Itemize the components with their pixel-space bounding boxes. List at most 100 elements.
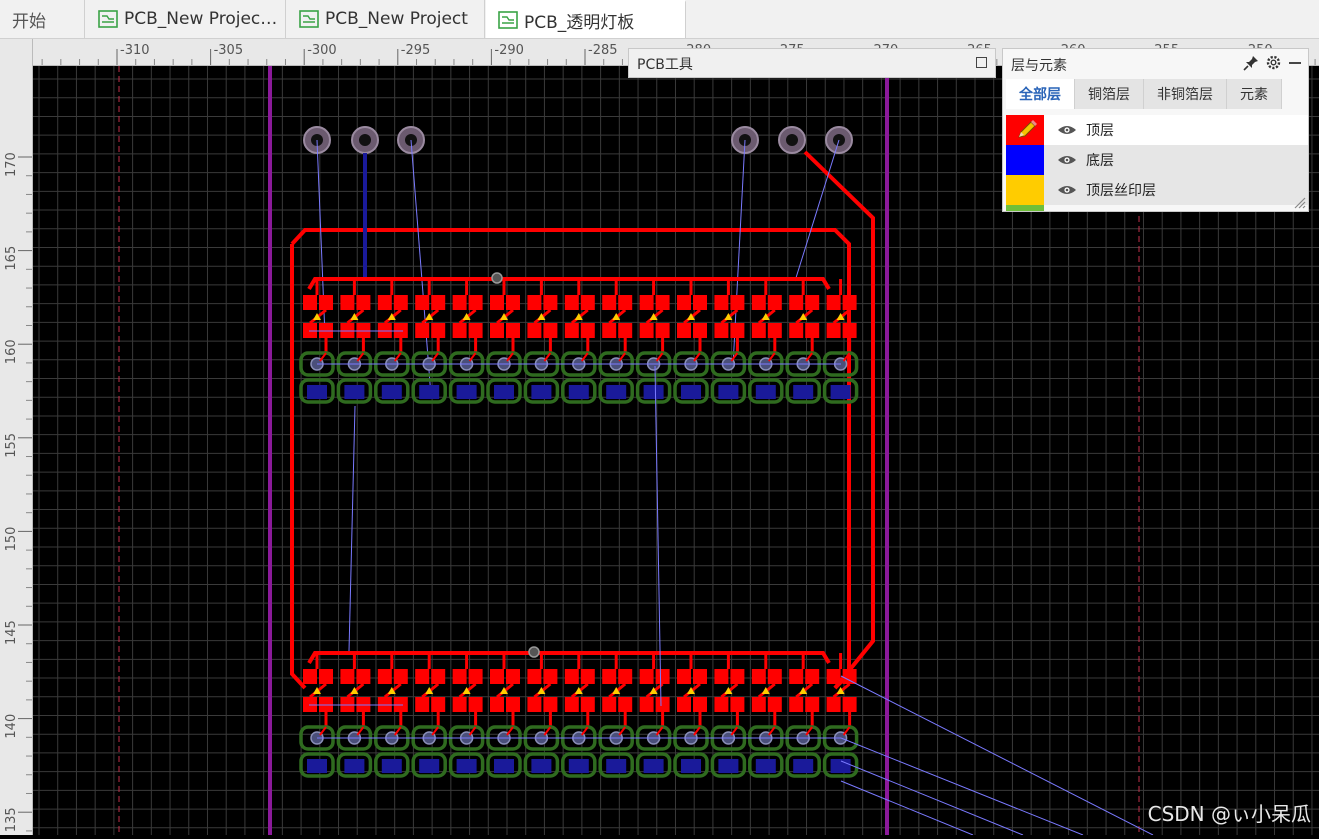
layer-row-top-silkscreen[interactable]: 顶层丝印层 <box>1006 175 1308 205</box>
ruler-label: 165 <box>4 246 19 271</box>
layers-panel-header[interactable]: 层与元素 <box>1003 49 1308 79</box>
tab-pcb-new-project-1[interactable]: PCB_New Projec… <box>86 0 286 38</box>
tab-pcb-new-project-2[interactable]: PCB_New Project <box>287 0 485 38</box>
smd-pad <box>714 295 729 310</box>
bottom-pad <box>643 759 664 773</box>
via <box>491 272 503 284</box>
smd-pad <box>415 669 430 684</box>
bottom-pad <box>568 759 589 773</box>
tab-non-copper-layers[interactable]: 非铜箔层 <box>1144 79 1227 109</box>
smd-pad <box>639 669 654 684</box>
smd-pad <box>655 295 670 310</box>
smd-pad <box>805 295 820 310</box>
layer-color-swatch-partial <box>1006 205 1044 211</box>
smd-pad <box>751 697 766 712</box>
smd-pad <box>468 669 483 684</box>
smd-pad <box>730 323 745 338</box>
smd-pad <box>767 669 782 684</box>
bottom-pad <box>793 759 814 773</box>
minimize-icon[interactable] <box>1288 56 1302 70</box>
smd-pad <box>564 697 579 712</box>
smd-pad <box>714 669 729 684</box>
layer-color-swatch[interactable] <box>1006 175 1044 205</box>
pcb-tools-title: PCB工具 <box>637 57 693 73</box>
smd-pad <box>431 295 446 310</box>
smd-pad <box>431 323 446 338</box>
layers-panel-tabs: 全部层 铜箔层 非铜箔层 元素 <box>1006 79 1282 109</box>
smd-pad <box>431 697 446 712</box>
smd-pad <box>564 669 579 684</box>
resize-grip-icon[interactable] <box>1292 195 1306 209</box>
smd-pad <box>693 295 707 310</box>
pcb-doc-icon <box>299 10 319 28</box>
ruler-label: -285 <box>588 43 618 58</box>
layer-color-swatch[interactable] <box>1006 115 1044 145</box>
bottom-pad <box>718 385 739 399</box>
bottom-pad <box>381 759 402 773</box>
smd-pad <box>527 295 542 310</box>
eye-icon[interactable] <box>1057 184 1077 196</box>
smd-pad <box>564 323 579 338</box>
ruler-label: 155 <box>4 433 19 458</box>
smd-pad <box>506 697 520 712</box>
layer-color-swatch[interactable] <box>1006 145 1044 175</box>
eye-icon[interactable] <box>1057 154 1077 166</box>
smd-pad <box>490 669 504 684</box>
smd-pad <box>393 669 408 684</box>
smd-pad <box>527 697 542 712</box>
ruler-label: 170 <box>4 152 19 177</box>
layer-name: 底层 <box>1086 153 1114 169</box>
smd-pad <box>527 669 542 684</box>
smd-pad <box>730 697 745 712</box>
led-bus-trace <box>307 651 831 665</box>
tab-elements[interactable]: 元素 <box>1227 79 1282 109</box>
gear-icon[interactable] <box>1265 54 1282 71</box>
bottom-pad <box>718 759 739 773</box>
watermark: CSDN @ぃ小呆瓜 <box>1147 802 1311 826</box>
smd-pad <box>826 323 841 338</box>
smd-pad <box>677 295 691 310</box>
tab-copper-layers[interactable]: 铜箔层 <box>1075 79 1144 109</box>
smd-pad <box>415 323 430 338</box>
layer-name: 顶层 <box>1086 123 1114 139</box>
smd-pad <box>303 669 317 684</box>
smd-pad <box>618 295 633 310</box>
tab-home[interactable]: 开始 <box>0 0 85 38</box>
tab-pcb-transparent-light-board[interactable]: PCB_透明灯板 <box>486 0 686 38</box>
smd-pad <box>751 669 766 684</box>
smd-pad <box>356 669 371 684</box>
bottom-pad <box>494 759 514 773</box>
bottom-pad <box>568 385 589 399</box>
vertical-ruler[interactable]: 170 165 160 155 150 145 140 135 <box>0 39 33 835</box>
smd-pad <box>490 697 504 712</box>
smd-pad <box>789 295 804 310</box>
pcb-tools-panel[interactable]: PCB工具 <box>628 48 996 78</box>
bottom-pad <box>381 385 402 399</box>
smd-pad <box>393 295 408 310</box>
ruler-label: -305 <box>214 43 244 58</box>
ruler-label: -300 <box>307 43 337 58</box>
eye-icon[interactable] <box>1057 124 1077 136</box>
smd-pad <box>543 323 558 338</box>
smd-pad <box>751 295 766 310</box>
smd-pad <box>543 295 558 310</box>
bottom-pad <box>643 385 664 399</box>
ruler-label: -310 <box>120 43 150 58</box>
led-array <box>299 646 859 778</box>
smd-pad <box>826 295 841 310</box>
pencil-icon <box>1018 120 1037 138</box>
pin-icon[interactable] <box>1243 55 1259 71</box>
layer-row-bottom[interactable]: 底层 <box>1006 145 1308 175</box>
maximize-icon[interactable] <box>976 57 987 68</box>
bottom-pad <box>606 385 627 399</box>
ratsnest-line <box>840 780 974 836</box>
smd-pad <box>842 697 857 712</box>
tab-label: PCB_透明灯板 <box>524 12 635 33</box>
led-bus-trace <box>307 277 831 291</box>
smd-pad <box>340 295 355 310</box>
tab-all-layers[interactable]: 全部层 <box>1006 79 1075 109</box>
smd-pad <box>319 669 333 684</box>
layer-row-top[interactable]: 顶层 <box>1006 115 1308 145</box>
smd-pad <box>789 697 804 712</box>
layers-panel-title: 层与元素 <box>1011 58 1067 74</box>
